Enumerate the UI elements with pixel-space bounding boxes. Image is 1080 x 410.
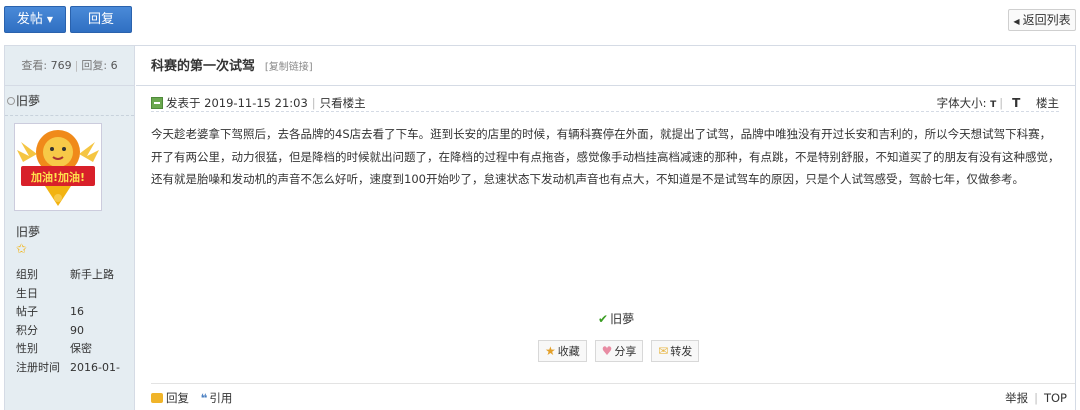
footer-reply-label: 回复: [166, 391, 189, 405]
author-name[interactable]: 旧夢: [16, 223, 40, 240]
font-size-controls: 字体大小: T | T 楼主: [937, 94, 1059, 114]
replies-label: 回复:: [81, 59, 108, 72]
post-date: 发表于 2019-11-15 21:03: [166, 96, 308, 110]
views-label: 查看:: [21, 59, 48, 72]
thread-container: 查看: 769 | 回复: 6 旧夢 加油!加油! 旧夢 ✩ 组别 新手上路 生…: [4, 45, 1076, 410]
avatar-banner-text: 加油!加油!: [30, 170, 85, 184]
post-button[interactable]: 发帖 ▼: [4, 6, 66, 33]
post-content: 今天趁老婆拿下驾照后，去各品牌的4S店去看了下车。逛到长安的店里的时候，有辆科赛…: [151, 127, 1060, 186]
author-info: 组别 新手上路 生日 帖子 16 积分 90 性别 保密 注册时间 2016-01-: [16, 266, 132, 377]
back-to-list-button[interactable]: ◀ 返回列表: [1008, 9, 1076, 31]
info-row-register-time: 注册时间 2016-01-: [16, 359, 132, 378]
info-key: 帖子: [16, 305, 38, 318]
online-post-icon: [151, 96, 163, 109]
lion-cheer-avatar-icon: 加油!加油!: [15, 124, 101, 210]
font-big-button[interactable]: T: [1012, 96, 1020, 110]
post-meta: 发表于 2019-11-15 21:03 | 只看楼主 字体大小: T | T 楼主: [151, 94, 1059, 112]
info-key: 性别: [16, 342, 38, 355]
star-rank-icon: ✩: [16, 242, 27, 257]
font-size-label: 字体大小:: [936, 96, 987, 110]
info-value: 2016-01-: [70, 360, 120, 374]
footer-divider: |: [1034, 391, 1038, 405]
report-link[interactable]: 举报: [1005, 391, 1028, 405]
heart-icon: ♥: [601, 344, 613, 358]
signature-name: 旧夢: [610, 312, 635, 326]
share-label: 分享: [614, 345, 637, 358]
footer-quote-button[interactable]: ❝ 引用: [193, 391, 233, 405]
chevron-left-icon: ◀: [1013, 17, 1020, 26]
footer-right-links: 举报 | TOP: [1005, 384, 1067, 410]
favorite-button[interactable]: ★ 收藏: [538, 340, 587, 362]
chevron-down-icon: ▼: [46, 15, 54, 24]
footer-reply-button[interactable]: 回复: [151, 391, 189, 405]
info-row-gender: 性别 保密: [16, 340, 132, 359]
post-footer: 回复 ❝ 引用 举报 | TOP: [151, 383, 1075, 410]
favorite-label: 收藏: [557, 345, 580, 358]
post-main: 科赛的第一次试驾 [复制链接] 发表于 2019-11-15 21:03 | 只看楼…: [136, 46, 1075, 410]
replies-count: 6: [110, 59, 118, 72]
post-button-label: 发帖: [16, 12, 43, 27]
info-key: 注册时间: [16, 360, 60, 374]
info-value[interactable]: 16: [70, 305, 84, 318]
top-toolbar: 发帖 ▼ 回复 ◀ 返回列表: [0, 0, 1080, 40]
info-key: 组别: [16, 268, 38, 281]
copy-link-button[interactable]: [复制链接]: [265, 62, 313, 73]
star-icon: ★: [545, 344, 556, 358]
share-button[interactable]: ♥ 分享: [594, 340, 644, 362]
back-to-list-label: 返回列表: [1022, 13, 1071, 27]
info-value: 保密: [70, 342, 92, 355]
author-sidebar: 查看: 769 | 回复: 6 旧夢 加油!加油! 旧夢 ✩ 组别 新手上路 生…: [5, 46, 135, 410]
author-username[interactable]: 旧夢: [16, 94, 40, 108]
info-key: 生日: [16, 286, 38, 300]
footer-quote-label: 引用: [209, 391, 233, 405]
stats-divider: |: [74, 59, 79, 72]
font-small-button[interactable]: T: [990, 100, 996, 110]
forward-button[interactable]: ✉ 转发: [651, 340, 700, 362]
info-value[interactable]: 90: [70, 324, 84, 337]
only-author-link[interactable]: 只看楼主: [320, 96, 366, 110]
floor-label[interactable]: 楼主: [1036, 96, 1059, 110]
author-username-row[interactable]: 旧夢: [5, 86, 134, 116]
font-divider: |: [999, 96, 1004, 110]
reply-icon: [151, 392, 163, 403]
thread-title-bar: 科赛的第一次试驾 [复制链接]: [136, 46, 1075, 86]
check-icon: ✔: [598, 312, 609, 326]
info-row-group: 组别 新手上路: [16, 266, 132, 285]
thread-title: 科赛的第一次试驾: [151, 59, 256, 74]
views-count: 769: [50, 59, 72, 72]
post-actions: ★ 收藏 ♥ 分享 ✉ 转发: [538, 340, 703, 364]
post-signature: ✔ 旧夢: [598, 310, 634, 327]
envelope-icon: ✉: [658, 344, 669, 358]
forward-label: 转发: [670, 345, 693, 358]
info-row-points: 积分 90: [16, 322, 132, 341]
meta-divider: |: [311, 96, 316, 110]
quote-icon: ❝: [200, 391, 208, 405]
thread-stats: 查看: 769 | 回复: 6: [5, 46, 134, 86]
info-value[interactable]: 新手上路: [70, 268, 114, 281]
reply-button[interactable]: 回复: [70, 6, 132, 33]
offline-status-icon: [7, 96, 15, 105]
info-row-posts: 帖子 16: [16, 303, 132, 322]
top-link[interactable]: TOP: [1044, 391, 1067, 405]
avatar[interactable]: 加油!加油!: [14, 123, 102, 211]
info-row-birthday: 生日: [16, 285, 132, 304]
info-key: 积分: [16, 323, 38, 337]
